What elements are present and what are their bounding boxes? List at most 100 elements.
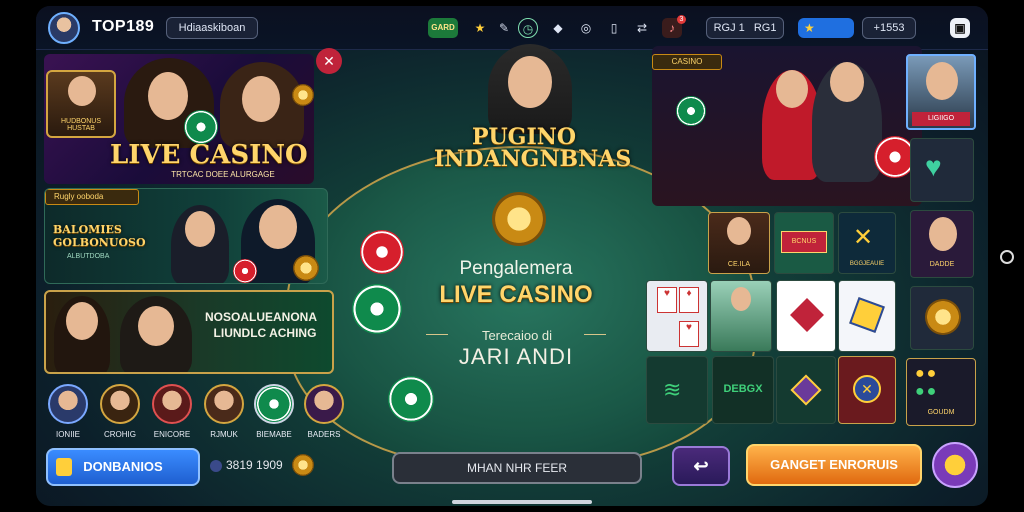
- gift-icon[interactable]: [932, 442, 978, 488]
- game-tile[interactable]: ✕ BGGJEAUIE: [838, 212, 896, 274]
- player-avatar[interactable]: [48, 384, 88, 424]
- gem-icon: [790, 374, 822, 406]
- chip-icon: [184, 110, 218, 144]
- player-avatar[interactable]: [304, 384, 344, 424]
- message-input-button[interactable]: MHAN NHR FEER: [392, 452, 642, 484]
- primary-button[interactable]: DONBANIOS: [46, 448, 200, 486]
- dealer-portrait: [812, 62, 882, 182]
- promo-thumb[interactable]: HUDBONUS HUSTAB: [46, 70, 116, 138]
- medal-icon: [925, 299, 961, 335]
- live-table-preview[interactable]: CASINO: [652, 46, 922, 206]
- gems-icon: ●●: [915, 365, 939, 382]
- pencil-icon[interactable]: ✎: [494, 18, 514, 38]
- side-tile[interactable]: ♥: [910, 138, 974, 202]
- gamepad-icon[interactable]: ◆: [548, 18, 568, 38]
- side-tile[interactable]: ●● ●● GOUDM: [906, 358, 976, 426]
- green-chip-icon: [388, 376, 434, 422]
- player-name: ENICORE: [153, 430, 191, 439]
- game-tile-label: BCNUS: [781, 231, 827, 253]
- promo1-title: BALOMIES GOLBONUOSO: [53, 223, 146, 249]
- game-tile[interactable]: DEBGX: [712, 356, 774, 424]
- card-icon: ♥: [679, 321, 699, 347]
- game-tile[interactable]: ≋: [646, 356, 708, 424]
- status-badge[interactable]: GARD: [428, 18, 458, 38]
- game-tile[interactable]: [776, 356, 836, 424]
- welcome-title: LIVE CASINO: [439, 281, 593, 308]
- notif-badge: 3: [677, 15, 686, 24]
- cta-button[interactable]: GANGET ENRORUIS: [746, 444, 922, 486]
- top-bar: TOP189 Hdiaaskiboan GARD ★ ✎ ◷ ◆ ◎ ▯ ⇄ ♪…: [36, 6, 988, 50]
- card-icon: ♥: [657, 287, 677, 313]
- hammer-icon: ✕: [853, 375, 881, 403]
- welcome-big: JARI ANDI: [458, 344, 574, 369]
- home-indicator[interactable]: [452, 500, 592, 504]
- player-name: BIEMABE: [256, 430, 292, 439]
- player-avatar[interactable]: [204, 384, 244, 424]
- chip-icon: [676, 96, 706, 126]
- player-avatar[interactable]: [152, 384, 192, 424]
- username-pill[interactable]: Hdiaaskiboan: [166, 17, 258, 39]
- diamond-icon: [790, 298, 824, 332]
- welcome-line1: Pengalemera: [459, 258, 573, 279]
- divider-right: [584, 334, 606, 335]
- red-chip-icon: [233, 259, 257, 283]
- primary-button-label: DONBANIOS: [83, 459, 163, 474]
- game-tile[interactable]: BCNUS: [774, 212, 834, 274]
- stat-2: RG1: [753, 22, 777, 34]
- side-tile-label: DADDE: [929, 261, 955, 268]
- coin-icon: [210, 460, 222, 472]
- device-frame: TOP189 Hdiaaskiboan GARD ★ ✎ ◷ ◆ ◎ ▯ ⇄ ♪…: [0, 0, 1024, 512]
- refer-icon: ↩: [693, 456, 709, 476]
- red-chip-icon: [360, 230, 404, 274]
- coin-stat[interactable]: +1553: [862, 17, 916, 39]
- side-button[interactable]: [1000, 250, 1014, 264]
- game-tile[interactable]: [776, 280, 836, 352]
- card-icon[interactable]: ▯: [604, 18, 624, 38]
- side-tile[interactable]: DADDE: [910, 210, 974, 278]
- promo-tag: Rugly ooboda: [45, 189, 139, 205]
- promo-card-1[interactable]: Rugly ooboda BALOMIES GOLBONUOSO ALBUTDO…: [44, 188, 328, 284]
- coin-icon: [293, 255, 319, 281]
- dice-icon[interactable]: ▣: [950, 18, 970, 38]
- close-icon[interactable]: ✕: [316, 48, 342, 74]
- dealer-tile[interactable]: [710, 280, 772, 352]
- clock-icon[interactable]: ◷: [518, 18, 538, 38]
- side-tile[interactable]: LIGIIGO: [906, 54, 976, 130]
- host-portrait: [220, 62, 304, 148]
- side-tile[interactable]: [910, 286, 974, 350]
- player-avatar[interactable]: [254, 384, 294, 424]
- star-icon[interactable]: ★: [798, 18, 854, 38]
- game-tile-label: CE.ILA: [727, 261, 751, 268]
- chevron-icon: ≋: [663, 377, 682, 402]
- game-tile[interactable]: ✕: [838, 356, 896, 424]
- promo-card-2[interactable]: NOSOALUEANONA LIUNDLC ACHING: [44, 290, 334, 374]
- card-back-icon: [849, 297, 885, 333]
- game-tile[interactable]: [838, 280, 896, 352]
- heart-icon: ♥: [925, 151, 942, 182]
- live-casino-banner[interactable]: HUDBONUS HUSTAB LIVE CASINO TRTCAC DOEE …: [44, 54, 314, 184]
- welcome-sub: Terecaioo di: [481, 328, 553, 343]
- chip-icon[interactable]: ◎: [576, 18, 596, 38]
- host-portrait: [54, 296, 110, 372]
- side-tile-label: LIGIIGO: [912, 112, 970, 126]
- player-avatar[interactable]: [100, 384, 140, 424]
- promo2-title: NOSOALUEANONA: [204, 310, 317, 324]
- player-name: RJMUK: [210, 430, 238, 439]
- stat-1: RGJ 1: [713, 22, 745, 34]
- card-game-tile[interactable]: ♥ ♦ ♥: [646, 280, 708, 352]
- refer-button[interactable]: ↩: [672, 446, 730, 486]
- shuffle-icon[interactable]: ⇄: [632, 18, 652, 38]
- stat-pill-1[interactable]: RGJ 1 RG1: [706, 17, 784, 39]
- game-tile-label: BGGJEAUIE: [849, 261, 885, 267]
- sword-icon: ✕: [853, 224, 874, 251]
- promo2-subtitle: LIUNDLC ACHING: [213, 326, 317, 340]
- trophy-icon[interactable]: ★: [470, 18, 490, 38]
- brand-title: TOP189: [92, 18, 155, 35]
- promo-thumb-label: HUDBONUS HUSTAB: [60, 118, 102, 132]
- dealer-portrait: [488, 44, 572, 134]
- game-tile[interactable]: CE.ILA: [708, 212, 770, 274]
- player-name: IONIIE: [55, 430, 80, 439]
- profile-avatar[interactable]: [48, 12, 80, 44]
- balance-text: 3819 1909: [226, 458, 283, 472]
- promo1-subtitle: ALBUTDOBA: [67, 253, 110, 260]
